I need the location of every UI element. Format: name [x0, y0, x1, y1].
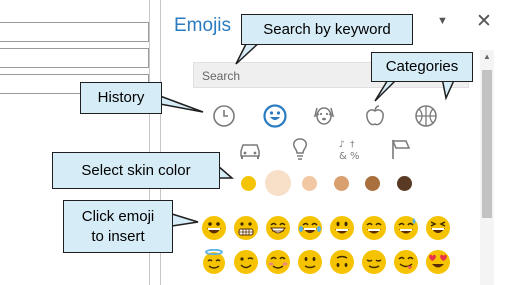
clock-icon[interactable] — [211, 103, 237, 129]
scrollbar[interactable]: ▲ — [480, 50, 494, 285]
document-field[interactable] — [0, 48, 149, 68]
heart-eyes-emoji[interactable] — [425, 249, 451, 275]
scroll-up-arrow-icon[interactable]: ▲ — [480, 52, 494, 61]
smiling-eyes-open-mouth-emoji[interactable] — [361, 215, 387, 241]
callout-skin-text: Select skin color — [81, 161, 191, 179]
car-icon[interactable] — [237, 136, 263, 162]
relieved-face-emoji[interactable] — [361, 249, 387, 275]
savoring-food-emoji[interactable] — [393, 249, 419, 275]
upside-down-face-emoji[interactable] — [329, 249, 355, 275]
grimacing-face-emoji[interactable] — [233, 215, 259, 241]
svg-text:&: & — [339, 151, 347, 162]
smiley-face-icon[interactable] — [262, 103, 288, 129]
svg-text:†: † — [350, 140, 355, 150]
skin-tone-swatch[interactable] — [265, 170, 291, 196]
halo-face-emoji[interactable] — [201, 248, 227, 275]
tears-of-joy-emoji[interactable] — [297, 215, 323, 241]
callout-click-emoji: Click emoji to insert — [63, 200, 173, 253]
skin-tone-swatch[interactable] — [302, 176, 317, 191]
lightbulb-icon[interactable] — [287, 136, 313, 162]
apple-icon[interactable] — [362, 103, 388, 129]
pane-title: Emojis — [174, 15, 232, 36]
svg-text:%: % — [350, 151, 360, 162]
callout-categories-text: Categories — [385, 58, 459, 75]
callout-search-text: Search by keyword — [263, 20, 391, 38]
skin-tone-swatch[interactable] — [334, 176, 349, 191]
callout-history: History — [80, 82, 162, 114]
callout-click-text-line1: Click emoji — [81, 207, 155, 225]
dog-face-icon[interactable] — [311, 102, 337, 128]
blushing-face-emoji[interactable] — [265, 249, 291, 275]
skin-tone-swatch[interactable] — [397, 176, 412, 191]
callout-categories: Categories — [371, 52, 473, 82]
basketball-icon[interactable] — [413, 103, 439, 129]
beaming-face-emoji[interactable] — [265, 215, 291, 241]
sweat-smile-emoji[interactable] — [393, 215, 419, 241]
smiling-face-open-mouth-emoji[interactable] — [329, 215, 355, 241]
document-field[interactable] — [0, 22, 149, 42]
callout-skin-color: Select skin color — [52, 152, 220, 189]
grinning-face-emoji[interactable] — [201, 215, 227, 241]
squinting-face-emoji[interactable] — [425, 215, 451, 241]
callout-search: Search by keyword — [241, 14, 413, 45]
scroll-thumb[interactable] — [482, 70, 492, 218]
slightly-smiling-face-emoji[interactable] — [297, 249, 323, 275]
close-button[interactable]: ✕ — [476, 10, 492, 33]
skin-tone-swatch[interactable] — [365, 176, 380, 191]
symbols-icon[interactable]: ♪ † &% — [337, 136, 363, 162]
svg-text:♪: ♪ — [339, 140, 345, 150]
callout-history-text: History — [97, 89, 145, 106]
callout-click-text-line2: to insert — [91, 227, 145, 245]
winking-face-emoji[interactable] — [233, 249, 259, 275]
flag-icon[interactable] — [388, 136, 414, 162]
skin-tone-swatch[interactable] — [241, 176, 256, 191]
caret-down-icon[interactable]: ▼ — [437, 15, 448, 27]
